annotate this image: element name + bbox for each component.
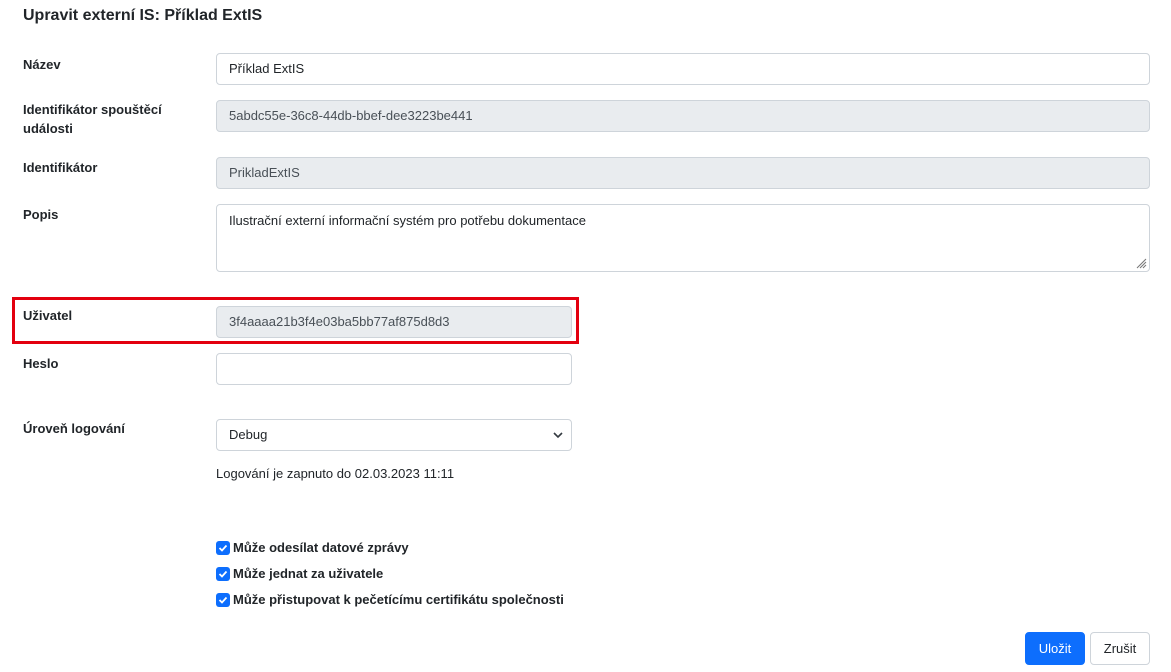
- name-input[interactable]: Příklad ExtIS: [216, 53, 1150, 85]
- checkbox-seal-certificate[interactable]: Může přistupovat k pečetícímu certifikát…: [216, 592, 564, 608]
- logging-info-text: Logování je zapnuto do 02.03.2023 11:11: [216, 466, 455, 481]
- user-label: Uživatel: [23, 308, 73, 323]
- log-level-value: Debug: [229, 427, 268, 442]
- chevron-down-icon: [553, 432, 563, 439]
- checkbox-label: Může přistupovat k pečetícímu certifikát…: [233, 592, 564, 607]
- description-label: Popis: [23, 207, 59, 222]
- checkbox-label: Může jednat za uživatele: [233, 566, 384, 581]
- save-button[interactable]: Uložit: [1025, 632, 1085, 665]
- cancel-button[interactable]: Zrušit: [1090, 632, 1150, 665]
- page-title: Upravit externí IS: Příklad ExtIS: [23, 7, 263, 24]
- checkbox-act-for-user[interactable]: Může jednat za uživatele: [216, 566, 383, 582]
- trigger-id-label: Identifikátor spouštěcí události: [23, 102, 162, 136]
- log-level-label: Úroveň logování: [23, 421, 125, 436]
- edit-external-is-page: Upravit externí IS: Příklad ExtIS Název …: [0, 0, 1171, 672]
- trigger-id-field: 5abdc55e-36c8-44db-bbef-dee3223be441: [216, 100, 1150, 132]
- checkbox-send-messages[interactable]: Může odesílat datové zprávy: [216, 540, 409, 556]
- log-level-select[interactable]: Debug: [216, 419, 572, 451]
- description-text: Ilustrační externí informační systém pro…: [229, 213, 586, 228]
- checkbox-checked-icon[interactable]: [216, 541, 230, 555]
- identifier-field: PrikladExtIS: [216, 157, 1150, 189]
- name-label: Název: [23, 57, 61, 72]
- checkbox-checked-icon[interactable]: [216, 593, 230, 607]
- checkbox-label: Může odesílat datové zprávy: [233, 540, 409, 555]
- user-field: 3f4aaaa21b3f4e03ba5bb77af875d8d3: [216, 306, 572, 338]
- description-textarea[interactable]: Ilustrační externí informační systém pro…: [216, 204, 1150, 272]
- resize-grip-icon[interactable]: [1135, 257, 1147, 269]
- password-input[interactable]: [216, 353, 572, 385]
- identifier-label: Identifikátor: [23, 160, 98, 175]
- checkbox-checked-icon[interactable]: [216, 567, 230, 581]
- password-label: Heslo: [23, 356, 59, 371]
